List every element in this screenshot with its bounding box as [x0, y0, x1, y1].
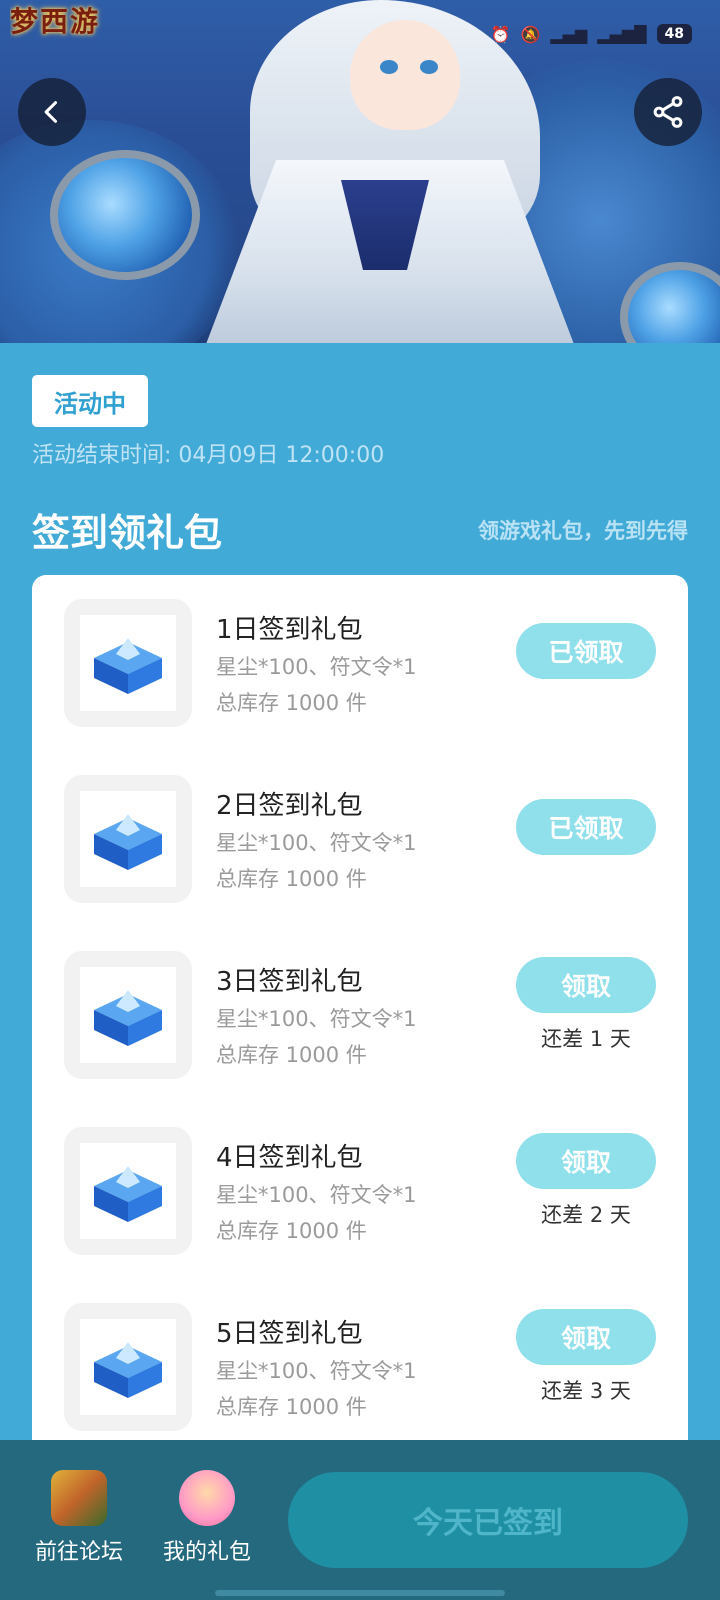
list-item: 2日签到礼包 星尘*100、符文令*1 总库存 1000 件 已领取: [32, 751, 688, 927]
list-item: 1日签到礼包 星尘*100、符文令*1 总库存 1000 件 已领取: [32, 575, 688, 751]
status-badge: 活动中: [32, 375, 148, 427]
gift-description: 星尘*100、符文令*1: [216, 1007, 417, 1031]
game-logo: 梦西游: [10, 5, 101, 38]
share-icon: [653, 96, 683, 128]
crystal-orb-image: [50, 150, 200, 280]
treasure-chest-icon: [94, 1166, 162, 1222]
share-button[interactable]: [634, 78, 702, 146]
section-title: 签到领礼包: [32, 511, 223, 555]
my-gifts-button[interactable]: 我的礼包: [152, 1470, 262, 1566]
treasure-chest-icon: [94, 638, 162, 694]
bottom-action-bar: 前往论坛 我的礼包 今天已签到: [0, 1440, 720, 1600]
gift-stock: 总库存 1000 件: [216, 1395, 367, 1419]
gift-description: 星尘*100、符文令*1: [216, 655, 417, 679]
my-gifts-label: 我的礼包: [162, 1540, 251, 1565]
gift-stock: 总库存 1000 件: [216, 691, 367, 715]
gift-thumbnail: [64, 1127, 192, 1255]
days-remaining: 还差 3 天: [541, 1379, 631, 1403]
claimed-button[interactable]: 已领取: [516, 623, 656, 679]
forum-label: 前往论坛: [34, 1540, 123, 1565]
claim-button[interactable]: 领取: [516, 1309, 656, 1365]
signal-5g-icon: ▂▄▆█: [597, 24, 647, 44]
home-indicator[interactable]: [215, 1590, 505, 1596]
gift-thumbnail: [64, 775, 192, 903]
gift-stock: 总库存 1000 件: [216, 1219, 367, 1243]
signed-in-today-button[interactable]: 今天已签到: [288, 1472, 688, 1568]
treasure-chest-icon: [94, 814, 162, 870]
gift-avatar-icon: [179, 1470, 235, 1526]
character-eye-image: [420, 60, 438, 74]
gift-name: 4日签到礼包: [216, 1143, 363, 1173]
status-bar: ⏰ 🔕 ▂▄▆ ▂▄▆█ 48: [491, 20, 692, 48]
gift-thumbnail: [64, 951, 192, 1079]
hero-banner: [0, 0, 720, 343]
list-item: 3日签到礼包 星尘*100、符文令*1 总库存 1000 件 领取 还差 1 天: [32, 927, 688, 1103]
gift-name: 5日签到礼包: [216, 1319, 363, 1349]
gift-description: 星尘*100、符文令*1: [216, 1359, 417, 1383]
activity-end-time: 活动结束时间: 04月09日 12:00:00: [32, 443, 385, 468]
treasure-chest-icon: [94, 1342, 162, 1398]
days-remaining: 还差 2 天: [541, 1203, 631, 1227]
treasure-chest-icon: [94, 990, 162, 1046]
forum-game-icon: [51, 1470, 107, 1526]
list-item: 5日签到礼包 星尘*100、符文令*1 总库存 1000 件 领取 还差 3 天: [32, 1279, 688, 1455]
gift-description: 星尘*100、符文令*1: [216, 1183, 417, 1207]
gift-name: 3日签到礼包: [216, 967, 363, 997]
gift-list-card: 1日签到礼包 星尘*100、符文令*1 总库存 1000 件 已领取 2日签到礼…: [32, 575, 688, 1475]
days-remaining: 还差 1 天: [541, 1027, 631, 1051]
gift-name: 2日签到礼包: [216, 791, 363, 821]
gift-description: 星尘*100、符文令*1: [216, 831, 417, 855]
battery-indicator: 48: [656, 24, 692, 44]
gift-thumbnail: [64, 599, 192, 727]
chevron-left-icon: [44, 101, 58, 123]
forum-button[interactable]: 前往论坛: [24, 1470, 134, 1566]
character-eye-image: [380, 60, 398, 74]
signal-4g-icon: ▂▄▆: [550, 24, 588, 44]
character-face-image: [350, 20, 460, 130]
gift-name: 1日签到礼包: [216, 615, 363, 645]
gift-stock: 总库存 1000 件: [216, 867, 367, 891]
claim-button[interactable]: 领取: [516, 957, 656, 1013]
back-button[interactable]: [18, 78, 86, 146]
list-item: 4日签到礼包 星尘*100、符文令*1 总库存 1000 件 领取 还差 2 天: [32, 1103, 688, 1279]
gift-thumbnail: [64, 1303, 192, 1431]
mute-icon: 🔕: [520, 24, 541, 44]
gift-stock: 总库存 1000 件: [216, 1043, 367, 1067]
claim-button[interactable]: 领取: [516, 1133, 656, 1189]
alarm-icon: ⏰: [490, 24, 511, 44]
claimed-button[interactable]: 已领取: [516, 799, 656, 855]
section-subtitle: 领游戏礼包，先到先得: [478, 519, 688, 543]
